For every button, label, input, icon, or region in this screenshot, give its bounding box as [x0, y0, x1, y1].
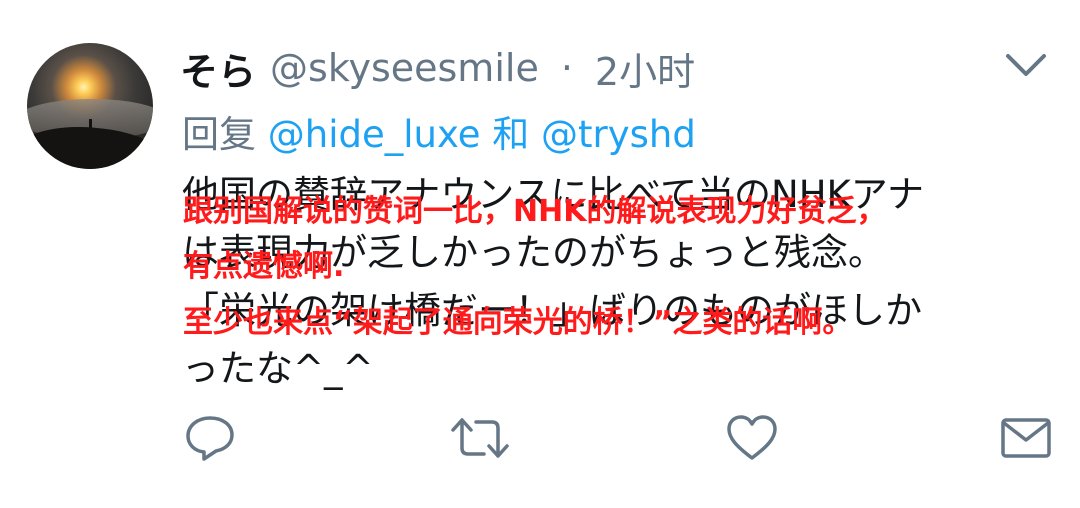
reply-button[interactable] — [184, 414, 236, 462]
avatar-person — [89, 119, 92, 129]
envelope-icon — [1001, 418, 1051, 458]
tweet-card: そら @skyseesmile · 2小时 回复 @hide_luxe 和 @t… — [0, 0, 1080, 508]
heart-icon — [727, 415, 777, 460]
reply-context: 回复 @hide_luxe 和 @tryshd — [182, 104, 696, 158]
separator-dot: · — [560, 46, 573, 90]
action-bar — [0, 414, 1080, 464]
retweet-button[interactable] — [450, 414, 509, 462]
translation-overlay-line-3: 至少也来点“架起了通向荣光的桥！”之类的话啊。 — [183, 305, 853, 340]
user-handle[interactable]: @skyseesmile — [270, 46, 539, 90]
mention-link-1[interactable]: @hide_luxe — [268, 113, 481, 156]
timestamp[interactable]: 2小时 — [595, 41, 695, 96]
direct-message-button[interactable] — [1000, 414, 1052, 462]
reply-prefix: 回复 — [182, 113, 256, 156]
like-button[interactable] — [726, 414, 778, 462]
chevron-down-icon[interactable] — [1002, 50, 1050, 82]
reply-icon — [186, 416, 234, 461]
mention-link-2[interactable]: @tryshd — [541, 113, 696, 156]
body-line: ったな^_^ — [182, 347, 374, 390]
tweet-header: そら @skyseesmile · 2小时 — [180, 40, 695, 96]
retweet-icon — [451, 418, 509, 458]
reply-and: 和 — [492, 113, 530, 156]
translation-overlay-line-1: 跟别国解说的赞词一比，NHK的解说表现力好贫乏， — [183, 194, 887, 229]
avatar[interactable] — [27, 43, 153, 169]
display-name[interactable]: そら — [180, 41, 256, 96]
translation-overlay-line-2: 有点遗憾啊. — [183, 249, 345, 284]
